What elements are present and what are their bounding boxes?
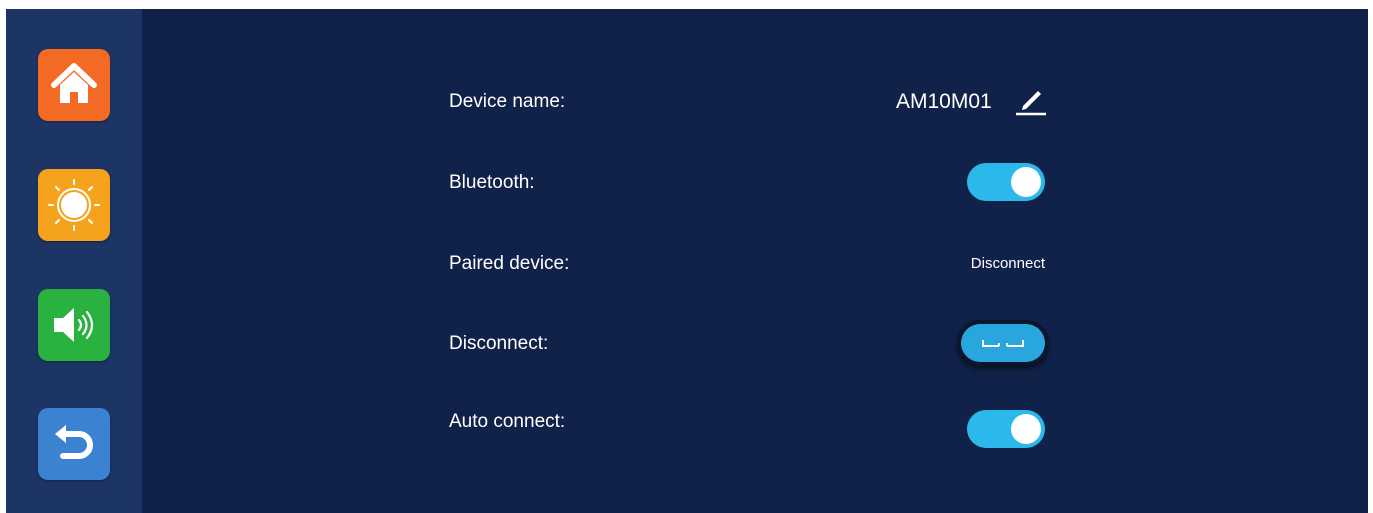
bluetooth-label: Bluetooth: (449, 172, 535, 193)
edit-device-name-button[interactable] (1013, 83, 1047, 117)
sun-icon (48, 179, 100, 231)
disconnect-label: Disconnect: (449, 333, 549, 354)
auto-connect-label: Auto connect: (449, 411, 566, 432)
speaker-icon (54, 308, 94, 342)
home-button[interactable] (38, 49, 110, 121)
sidebar (6, 9, 142, 513)
brightness-button[interactable] (38, 169, 110, 241)
return-arrow-icon (55, 425, 93, 459)
toggle-knob (1011, 414, 1041, 444)
home-icon (51, 63, 97, 103)
device-name-label: Device name: (449, 91, 566, 112)
toggle-knob (1011, 167, 1041, 197)
paired-device-value: Disconnect (970, 255, 1045, 272)
unlink-icon (982, 340, 1024, 347)
device-name-value: AM10M01 (896, 90, 992, 113)
disconnect-button[interactable] (961, 324, 1045, 362)
bluetooth-toggle[interactable] (967, 163, 1045, 201)
paired-device-label: Paired device: (449, 253, 570, 274)
volume-button[interactable] (38, 289, 110, 361)
settings-screen: Device name: AM10M01 Bluetooth: Paired d… (6, 9, 1368, 513)
back-button[interactable] (38, 408, 110, 480)
auto-connect-toggle[interactable] (967, 410, 1045, 448)
pencil-icon (1016, 91, 1046, 116)
